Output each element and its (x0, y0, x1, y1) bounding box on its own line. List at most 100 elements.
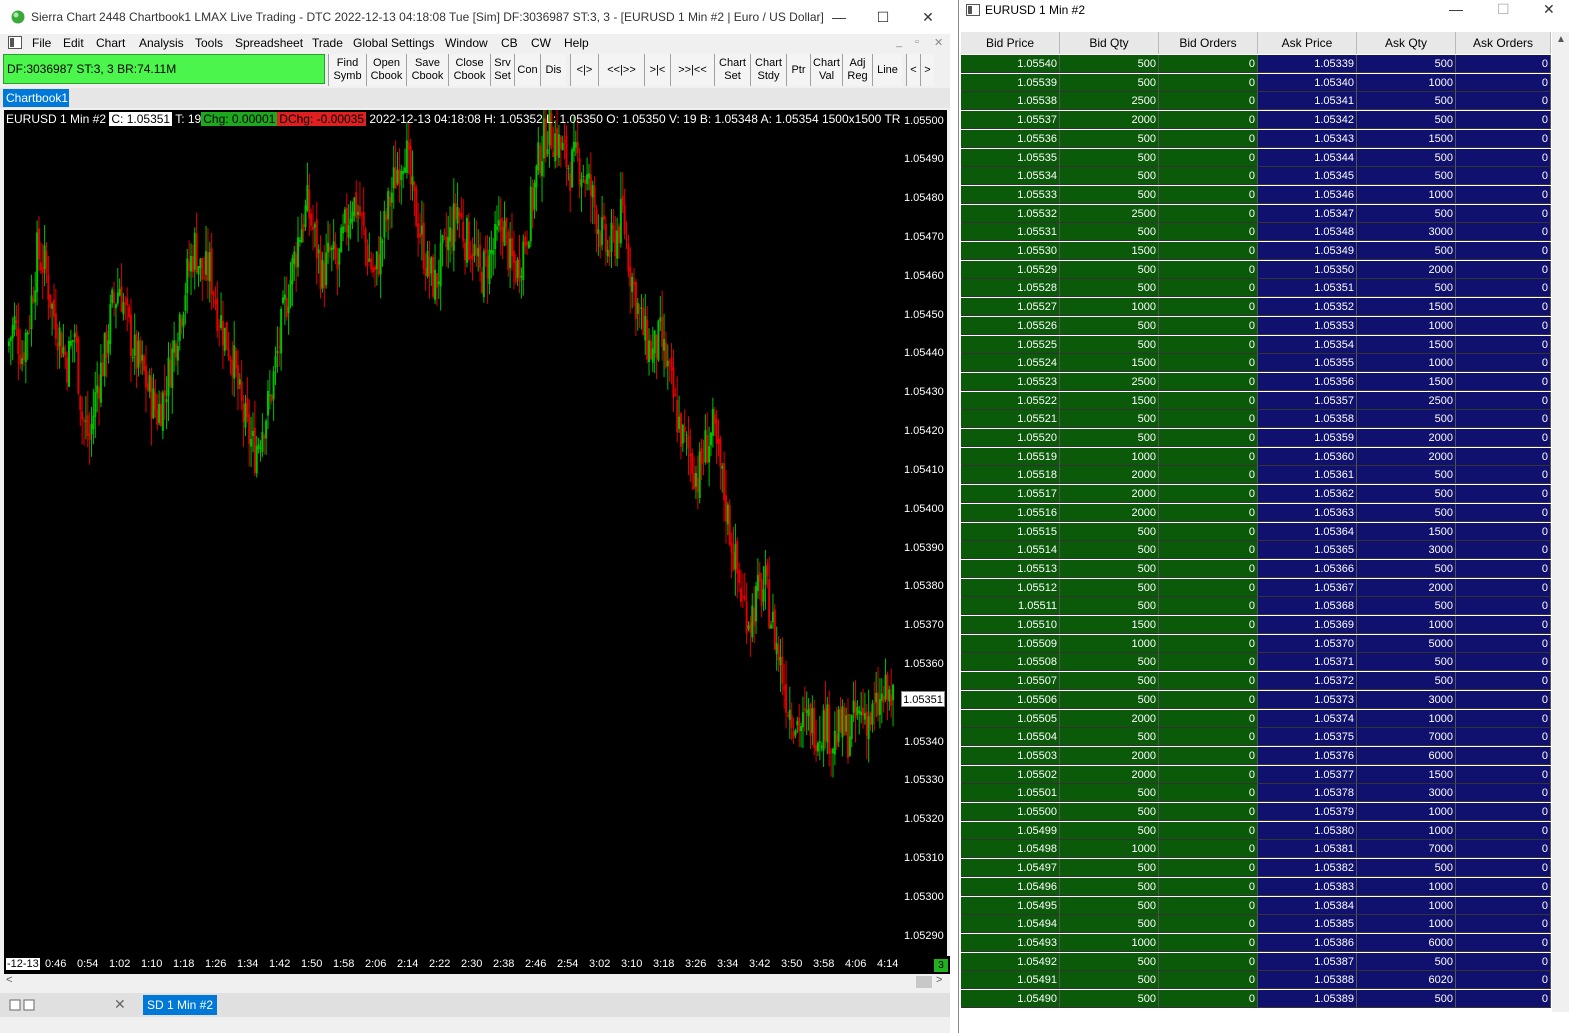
toolbar-button-1[interactable]: Open Cbook (366, 54, 406, 86)
dom-row[interactable]: 1.05509 1000 0 1.05370 5000 0 (961, 634, 1551, 653)
dom-vertical-scrollbar[interactable]: ▲ (1552, 32, 1569, 1012)
menu-chart[interactable]: Chart (96, 36, 125, 50)
dom-row[interactable]: 1.05512 500 0 1.05367 2000 0 (961, 578, 1551, 597)
menu-spreadsheet[interactable]: Spreadsheet (235, 36, 303, 50)
dom-row[interactable]: 1.05532 2500 0 1.05347 500 0 (961, 204, 1551, 223)
mdi-restore-icon[interactable]: ▫ (915, 36, 919, 48)
toolbar-button-10[interactable]: >>|<< (670, 54, 714, 86)
dom-row[interactable]: 1.05494 500 0 1.05385 1000 0 (961, 915, 1551, 934)
menu-tools[interactable]: Tools (195, 36, 223, 50)
dom-row[interactable]: 1.05539 500 0 1.05340 1000 0 (961, 73, 1551, 92)
toolbar-button-4[interactable]: Srv Set (490, 54, 514, 86)
dom-row[interactable]: 1.05528 500 0 1.05351 500 0 (961, 279, 1551, 298)
dom-row[interactable]: 1.05520 500 0 1.05359 2000 0 (961, 429, 1551, 447)
toolbar-button-16[interactable]: Line (872, 54, 902, 86)
toolbar-button-7[interactable]: <|> (570, 54, 598, 86)
dom-row[interactable]: 1.05519 1000 0 1.05360 2000 0 (961, 447, 1551, 466)
toolbar-button-14[interactable]: Chart Val (810, 54, 842, 86)
dom-row[interactable]: 1.05537 2000 0 1.05342 500 0 (961, 111, 1551, 130)
dom-row[interactable]: 1.05527 1000 0 1.05352 1500 0 (961, 298, 1551, 317)
menu-global-settings[interactable]: Global Settings (353, 36, 434, 50)
dom-row[interactable]: 1.05513 500 0 1.05366 500 0 (961, 559, 1551, 578)
toolbar-button-12[interactable]: Chart Stdy (750, 54, 786, 86)
dom-row[interactable]: 1.05524 1500 0 1.05355 1000 0 (961, 354, 1551, 373)
dom-row[interactable]: 1.05508 500 0 1.05371 500 0 (961, 653, 1551, 672)
window-menu-icon[interactable] (8, 36, 22, 49)
dom-row[interactable]: 1.05535 500 0 1.05344 500 0 (961, 148, 1551, 167)
dom-row[interactable]: 1.05499 500 0 1.05380 1000 0 (961, 821, 1551, 840)
dom-row[interactable]: 1.05493 1000 0 1.05386 6000 0 (961, 933, 1551, 952)
maximize-button[interactable]: ☐ (860, 0, 906, 34)
dom-row[interactable]: 1.05530 1500 0 1.05349 500 0 (961, 242, 1551, 260)
toolbar-button-8[interactable]: <<|>> (598, 54, 644, 86)
dom-row[interactable]: 1.05503 2000 0 1.05376 6000 0 (961, 746, 1551, 765)
dom-row[interactable]: 1.05529 500 0 1.05350 2000 0 (961, 260, 1551, 279)
dom-row[interactable]: 1.05516 2000 0 1.05363 500 0 (961, 503, 1551, 522)
menu-edit[interactable]: Edit (63, 36, 84, 50)
horizontal-scrollbar[interactable]: < > (4, 974, 948, 990)
dom-row[interactable]: 1.05491 500 0 1.05388 6020 0 (961, 971, 1551, 990)
toolbar-button-2[interactable]: Save Cbook (406, 54, 448, 86)
dom-column-header[interactable]: Ask Orders (1456, 32, 1551, 54)
menu-analysis[interactable]: Analysis (139, 36, 184, 50)
dom-row[interactable]: 1.05523 2500 0 1.05356 1500 0 (961, 372, 1551, 391)
dom-row[interactable]: 1.05538 2500 0 1.05341 500 0 (961, 92, 1551, 111)
dom-row[interactable]: 1.05506 500 0 1.05373 3000 0 (961, 690, 1551, 709)
dom-row[interactable]: 1.05497 500 0 1.05382 500 0 (961, 859, 1551, 878)
dom-row[interactable]: 1.05540 500 0 1.05339 500 0 (961, 55, 1551, 73)
toolbar-button-17[interactable]: < (906, 54, 920, 86)
toolbar-button-6[interactable]: Dis (540, 54, 566, 86)
dom-row[interactable]: 1.05518 2000 0 1.05361 500 0 (961, 466, 1551, 485)
toolbar-button-9[interactable]: >|< (644, 54, 670, 86)
mdi-minimize-icon[interactable]: _ (896, 36, 902, 48)
dom-row[interactable]: 1.05502 2000 0 1.05377 1500 0 (961, 765, 1551, 784)
dom-column-header[interactable]: Ask Qty (1357, 32, 1456, 54)
time-axis[interactable]: -12-13 0:46 0:54 1:02 1:10 1:18 1:26 1:34 1:42 1… (4, 956, 950, 974)
dom-row[interactable]: 1.05536 500 0 1.05343 1500 0 (961, 129, 1551, 148)
dom-row[interactable]: 1.05507 500 0 1.05372 500 0 (961, 672, 1551, 691)
scroll-left-icon[interactable]: < (6, 974, 12, 986)
chart-area[interactable] (4, 110, 900, 956)
toolbar-button-5[interactable]: Con (514, 54, 540, 86)
dom-column-header[interactable]: Bid Orders (1159, 32, 1258, 54)
minimize-button[interactable]: — (816, 0, 862, 34)
menu-cb[interactable]: CB (501, 36, 518, 50)
dom-row[interactable]: 1.05510 1500 0 1.05369 1000 0 (961, 616, 1551, 634)
dom-row[interactable]: 1.05517 2000 0 1.05362 500 0 (961, 485, 1551, 504)
toolbar-button-18[interactable]: > (920, 54, 934, 86)
chart-window-tab[interactable]: SD 1 Min #2 (143, 995, 217, 1015)
toolbar-button-15[interactable]: Adj Reg (842, 54, 872, 86)
dom-minimize-button[interactable]: — (1449, 1, 1463, 17)
dom-row[interactable]: 1.05504 500 0 1.05375 7000 0 (961, 728, 1551, 747)
dom-row[interactable]: 1.05511 500 0 1.05368 500 0 (961, 597, 1551, 616)
close-button[interactable]: ✕ (905, 0, 951, 34)
dom-row[interactable]: 1.05495 500 0 1.05384 1000 0 (961, 896, 1551, 915)
scroll-thumb[interactable] (916, 976, 932, 988)
dom-row[interactable]: 1.05522 1500 0 1.05357 2500 0 (961, 391, 1551, 410)
dom-row[interactable]: 1.05498 1000 0 1.05381 7000 0 (961, 840, 1551, 859)
scroll-right-icon[interactable]: > (936, 974, 942, 986)
dom-row[interactable]: 1.05534 500 0 1.05345 500 0 (961, 167, 1551, 186)
dom-row[interactable]: 1.05515 500 0 1.05364 1500 0 (961, 522, 1551, 541)
dom-row[interactable]: 1.05501 500 0 1.05378 3000 0 (961, 784, 1551, 803)
toolbar-button-13[interactable]: Ptr (786, 54, 810, 86)
window-tabs-icon[interactable] (9, 998, 37, 1012)
dom-row[interactable]: 1.05533 500 0 1.05346 1000 0 (961, 185, 1551, 204)
dom-row[interactable]: 1.05526 500 0 1.05353 1000 0 (961, 316, 1551, 335)
dom-column-header[interactable]: Ask Price (1258, 32, 1357, 54)
dom-row[interactable]: 1.05521 500 0 1.05358 500 0 (961, 410, 1551, 429)
dom-row[interactable]: 1.05514 500 0 1.05365 3000 0 (961, 541, 1551, 560)
dom-column-header[interactable]: Bid Price (961, 32, 1060, 54)
dom-row[interactable]: 1.05500 500 0 1.05379 1000 0 (961, 803, 1551, 821)
dom-column-header[interactable]: Bid Qty (1060, 32, 1159, 54)
mdi-close-icon[interactable]: ✕ (934, 36, 943, 49)
dom-row[interactable]: 1.05492 500 0 1.05387 500 0 (961, 952, 1551, 971)
scroll-up-icon[interactable]: ▲ (1556, 34, 1566, 45)
menu-help[interactable]: Help (564, 36, 589, 50)
price-scale[interactable]: 1.05500 1.05490 1.05480 1.05470 1.05460 1.054… (900, 110, 947, 956)
title-bar[interactable]: Sierra Chart 2448 Chartbook1 LMAX Live T… (0, 0, 950, 34)
menu-cw[interactable]: CW (531, 36, 551, 50)
menu-trade[interactable]: Trade (312, 36, 343, 50)
menu-file[interactable]: File (32, 36, 51, 50)
dom-close-button[interactable]: ✕ (1543, 1, 1555, 18)
